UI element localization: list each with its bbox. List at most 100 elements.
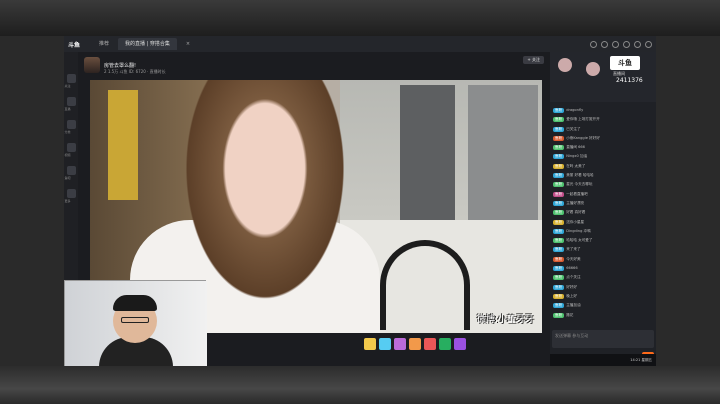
fan-badge: 鱼粉 xyxy=(553,266,565,272)
rank-avatar-2[interactable] xyxy=(586,62,600,76)
search-icon[interactable] xyxy=(590,40,597,48)
viewer-count: 2411376 xyxy=(616,77,643,84)
chat-list: 鱼粉 dragonfly 鱼粉 爱你哦 上场打赏开开 鱼粉 已关注了 鱼粉 小熊Kanggie… xyxy=(550,106,656,328)
stream-header: 房管去罩么翻! 2 1.5万 斗鱼 ID: 6720 · 直播时长 + 关注 xyxy=(78,52,550,78)
chat-message: 鱼粉 66666 xyxy=(553,266,653,275)
fan-badge: 鱼粉 xyxy=(553,154,565,160)
room-meta: 2 1.5万 斗鱼 ID: 6720 · 直播时长 xyxy=(104,69,166,74)
follow-button[interactable]: + 关注 xyxy=(523,56,544,64)
fan-badge: 鱼粉 xyxy=(553,275,565,281)
chat-text: 小熊Kanggie 好好好 xyxy=(566,135,600,140)
chat-text: 点个关注 xyxy=(566,275,581,280)
fan-badge: 鱼粉 xyxy=(553,163,565,169)
chat-text: 主播好漂亮 xyxy=(566,200,585,205)
chat-text: 在吗 太美了 xyxy=(566,163,586,168)
gift-icon[interactable] xyxy=(394,338,406,350)
streamer-avatar[interactable] xyxy=(84,57,100,73)
sidebar-item-video[interactable]: 视频 xyxy=(65,143,76,157)
sidebar-item-category[interactable]: 分类 xyxy=(65,120,76,134)
video-window-light xyxy=(468,85,538,225)
chat-text: 一起看直播吧 xyxy=(566,191,588,196)
fan-badge: 鱼粉 xyxy=(553,126,565,132)
chat-message: 鱼粉 Ningx0 加油 xyxy=(553,154,653,163)
chat-text: 爱你哦 上场打赏开开 xyxy=(566,117,600,122)
fan-badge: 鱼粉 xyxy=(553,228,565,234)
user-icon[interactable] xyxy=(612,40,619,48)
webcam-glasses xyxy=(121,317,149,323)
chat-text: 美丽 好看 哈哈哈 xyxy=(566,173,594,178)
tab-close-icon[interactable]: × xyxy=(179,38,197,50)
rank-avatar-1[interactable] xyxy=(558,58,572,72)
chat-message: 鱼粉 小熊Kanggie 好好好 xyxy=(553,135,653,145)
gift-icon[interactable] xyxy=(454,338,466,350)
video-watermark: 微博:小董牙牙 xyxy=(476,315,534,325)
chat-text: 好好好 xyxy=(566,284,577,289)
chat-text: 星光 今天去哪玩 xyxy=(566,182,593,187)
gift-icon[interactable] xyxy=(439,338,451,350)
fan-badge: 鱼粉 xyxy=(553,117,565,123)
chat-text: 已关注了 xyxy=(566,126,581,131)
fan-badge: 鱼粉 xyxy=(553,173,565,179)
clock: 14:21 星期五 xyxy=(630,357,652,362)
fan-badge: 鱼粉 xyxy=(553,210,565,216)
sidebar-item-fishbar[interactable]: 鱼吧 xyxy=(65,166,76,180)
chat-message: 鱼粉 好好好 xyxy=(553,284,653,294)
chat-message: 鱼粉 美丽 好看 哈哈哈 xyxy=(553,173,653,182)
minimize-icon[interactable] xyxy=(634,40,641,48)
chat-message: 鱼粉 已关注了 xyxy=(553,126,653,136)
chat-text: dragonfly xyxy=(566,108,584,112)
chat-text: 送你小星星 xyxy=(566,219,585,224)
fan-badge: 鱼粉 xyxy=(553,145,565,151)
fan-badge: 鱼粉 xyxy=(553,303,565,309)
app-logo: 斗鱼 xyxy=(68,41,81,49)
webcam-person-hair xyxy=(113,295,157,311)
sidebar-item-follow[interactable]: 关注 xyxy=(65,74,76,88)
rank-header: 斗鱼 直播间 2411376 xyxy=(550,52,656,102)
title-bar: 斗鱼 推荐 我的直播 | 穿搭合集 × xyxy=(64,36,656,52)
gift-icon[interactable] xyxy=(424,338,436,350)
chat-text: 好看 真好看 xyxy=(566,210,586,215)
right-panel: 斗鱼 直播间 2411376 鱼粉 dragonfly 鱼粉 爱你哦 上场打赏开开 鱼粉… xyxy=(550,52,656,366)
fan-badge: 鱼粉 xyxy=(553,191,565,197)
chat-input[interactable]: 发送弹幕 参与互动 xyxy=(552,330,654,348)
fan-badge: 鱼粉 xyxy=(553,182,565,188)
chat-message: 鱼粉 哈哈哈 太可爱了 xyxy=(553,238,653,247)
gift-bar xyxy=(206,334,550,366)
chat-message: 鱼粉 撒花 xyxy=(553,312,653,322)
status-bar: 14:21 星期五 xyxy=(550,354,656,366)
message-icon[interactable] xyxy=(601,40,608,48)
fan-badge: 鱼粉 xyxy=(553,135,565,141)
fan-badge: 鱼粉 xyxy=(553,256,565,262)
bottom-blur-bar xyxy=(0,366,720,404)
fan-badge: 鱼粉 xyxy=(553,284,565,290)
chat-message: 鱼粉 点个关注 xyxy=(553,275,653,284)
douyu-logo: 斗鱼 xyxy=(610,56,640,70)
fan-badge: 鱼粉 xyxy=(553,219,565,225)
settings-icon[interactable] xyxy=(623,40,630,48)
gift-icon[interactable] xyxy=(364,338,376,350)
douyu-app-window: 斗鱼 推荐 我的直播 | 穿搭合集 × 关注 直播 分类 视频 鱼吧 更多 房管… xyxy=(64,36,656,366)
chat-text: 晚上好 xyxy=(566,293,577,298)
chat-text: 66666 xyxy=(566,266,578,271)
chat-text: Dingding 冲鸭 xyxy=(566,228,591,233)
sidebar-item-live[interactable]: 直播 xyxy=(65,97,76,111)
webcam-overlay xyxy=(64,280,207,366)
chat-text: 直播间 666 xyxy=(566,145,585,150)
gift-icon[interactable] xyxy=(409,338,421,350)
gift-icon[interactable] xyxy=(379,338,391,350)
chat-text: 哈哈哈 太可爱了 xyxy=(566,238,593,243)
room-title: 房管去罩么翻! xyxy=(104,62,137,69)
chat-message: 鱼粉 好看 真好看 xyxy=(553,210,653,219)
fan-badge: 鱼粉 xyxy=(553,200,565,206)
tab-stream[interactable]: 我的直播 | 穿搭合集 xyxy=(118,38,177,50)
fan-badge: 鱼粉 xyxy=(553,293,565,299)
sidebar-item-more[interactable]: 更多 xyxy=(65,189,76,203)
chat-message: 鱼粉 一起看直播吧 xyxy=(553,191,653,201)
video-yellow-door xyxy=(108,90,138,200)
chat-message: 鱼粉 主播好漂亮 xyxy=(553,200,653,210)
chat-message: 鱼粉 直播间 666 xyxy=(553,145,653,154)
fan-badge: 鱼粉 xyxy=(553,247,565,253)
tab-recommend[interactable]: 推荐 xyxy=(92,38,116,50)
chat-message: 鱼粉 Dingding 冲鸭 xyxy=(553,228,653,238)
close-icon[interactable] xyxy=(645,40,652,48)
